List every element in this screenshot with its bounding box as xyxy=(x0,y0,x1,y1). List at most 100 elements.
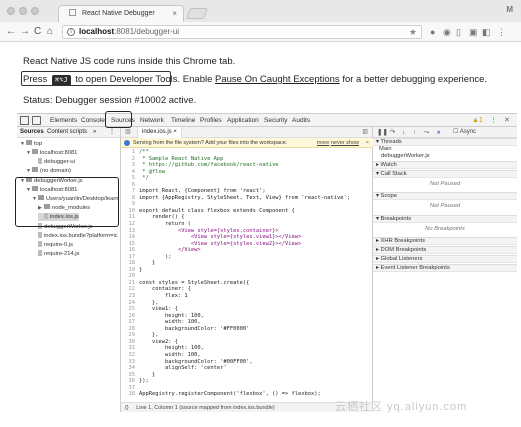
reload-icon[interactable]: C xyxy=(34,25,41,38)
code-text: backgroundColor: '#FF0000' xyxy=(139,325,250,332)
tree-item[interactable]: require-0.js xyxy=(32,241,73,249)
step-into-icon[interactable]: ↓ xyxy=(402,127,405,138)
minimize-window-button[interactable] xyxy=(19,7,27,15)
deactivate-breakpoints-icon[interactable]: ⤳ xyxy=(424,127,429,138)
inspect-element-icon[interactable] xyxy=(20,116,29,125)
extension-icon[interactable]: ▯ xyxy=(456,26,461,38)
tab-network[interactable]: Network xyxy=(140,114,164,127)
code-text: import {AppRegistry, StyleSheet, Text, V… xyxy=(139,194,350,201)
tab-security[interactable]: Security xyxy=(264,114,287,127)
toggle-navigator-icon[interactable]: ▥ xyxy=(125,127,131,138)
home-icon[interactable]: ⌂ xyxy=(47,25,53,38)
breakpoints-empty: No Breakpoints xyxy=(425,226,465,232)
breakpoints-section[interactable]: ▾ Breakpoints xyxy=(373,215,517,223)
extension-icon[interactable]: ◉ xyxy=(443,26,451,38)
code-text: backgroundColor: '#00FF00', xyxy=(139,358,253,365)
code-text: }); xyxy=(139,378,149,385)
tab-timeline[interactable]: Timeline xyxy=(171,114,195,127)
scope-section[interactable]: ▾ Scope xyxy=(373,192,517,200)
watch-section[interactable]: ▸ Watch xyxy=(373,161,517,169)
forward-icon[interactable]: → xyxy=(20,25,30,38)
code-text: container: { xyxy=(139,286,191,293)
code-line[interactable]: 38 AppRegistry.registerComponent('flexbox… xyxy=(121,391,373,398)
event-listener-breakpoints-section[interactable]: ▸ Event Listener Breakpoints xyxy=(373,264,517,272)
file-icon xyxy=(38,250,42,256)
call-stack-section[interactable]: ▾ Call Stack xyxy=(373,170,517,178)
tab-audits[interactable]: Audits xyxy=(292,114,310,127)
code-text: alignSelf: 'center' xyxy=(139,365,227,372)
code-lines[interactable]: 1/** 2 * Sample React Native App 3 * https… xyxy=(121,149,373,398)
extension-icon[interactable]: ◧ xyxy=(482,26,491,38)
threads-body: Main debuggerWorker.js xyxy=(373,146,517,160)
tree-item[interactable]: ▼ localhost:8081 xyxy=(26,149,77,157)
tree-item-label: require-0.js xyxy=(44,242,73,248)
tree-item[interactable]: ▼ (no domain) xyxy=(26,167,71,175)
tab-content-scripts[interactable]: Content scripts xyxy=(47,127,87,138)
tab-elements[interactable]: Elements xyxy=(50,114,77,127)
browser-tab[interactable]: React Native Debugger × xyxy=(58,5,184,22)
thread-main[interactable]: Main xyxy=(379,146,517,153)
thread-worker[interactable]: debuggerWorker.js xyxy=(379,153,517,160)
bookmark-star-icon[interactable]: ★ xyxy=(409,26,417,38)
more-tabs-icon[interactable]: » xyxy=(93,127,96,138)
code-text: height: 100, xyxy=(139,312,204,319)
profile-icon[interactable]: M xyxy=(506,5,513,14)
pause-icon[interactable]: ❚❚ xyxy=(377,127,388,138)
tab-application[interactable]: Application xyxy=(227,114,259,127)
code-text: } xyxy=(139,371,156,378)
async-label: Async xyxy=(459,129,477,135)
never-show-link[interactable]: never show xyxy=(331,140,359,146)
extension-icon[interactable]: ● xyxy=(430,26,435,38)
tree-item[interactable]: debugger-ui xyxy=(32,158,75,166)
tree-item[interactable]: ▼ top xyxy=(20,140,42,148)
code-text: height: 100, xyxy=(139,345,204,352)
close-editor-tab-icon[interactable]: × xyxy=(173,129,177,135)
event-label: Event Listener Breakpoints xyxy=(380,265,450,271)
call-stack-empty: Not Paused xyxy=(429,181,461,187)
menu-icon[interactable]: ⋮ xyxy=(497,26,506,38)
pause-on-exceptions-link[interactable]: Pause On Caught Exceptions xyxy=(215,74,340,85)
close-devtools-icon[interactable]: ✕ xyxy=(504,114,510,127)
threads-section[interactable]: ▾ Threads xyxy=(373,138,517,146)
pretty-print-button[interactable]: {} xyxy=(125,405,129,411)
devtools-menu-icon[interactable]: ⋮ xyxy=(490,114,497,127)
code-text: return ( xyxy=(139,221,191,228)
extension-icon[interactable]: ▣ xyxy=(469,26,478,38)
dom-breakpoints-section[interactable]: ▸ DOM Breakpoints xyxy=(373,246,517,254)
tab-navigator-sources[interactable]: Sources xyxy=(20,127,44,138)
site-info-icon[interactable]: i xyxy=(67,28,75,36)
close-window-button[interactable] xyxy=(7,7,15,15)
warning-count-badge[interactable]: ▲1 xyxy=(472,114,483,127)
maximize-window-button[interactable] xyxy=(31,7,39,15)
tree-item[interactable]: index.ios.bundle?platform=ic xyxy=(32,232,118,240)
async-toggle[interactable]: ☐ Async xyxy=(453,127,476,138)
line-number[interactable]: 38 xyxy=(121,391,139,398)
new-tab-button[interactable] xyxy=(185,8,209,19)
tree-item[interactable]: require-214.js xyxy=(32,250,79,258)
xhr-breakpoints-section[interactable]: ▸ XHR Breakpoints xyxy=(373,237,517,245)
breakpoints-label: Breakpoints xyxy=(380,216,412,222)
intro-text: React Native JS code runs inside this Ch… xyxy=(23,56,236,67)
close-tab-icon[interactable]: × xyxy=(172,6,177,22)
pause-on-exceptions-icon[interactable]: ⏸ xyxy=(437,127,440,138)
editor-tab[interactable]: index.ios.js × xyxy=(137,127,182,138)
global-listeners-section[interactable]: ▸ Global Listeners xyxy=(373,255,517,263)
tab-profiles[interactable]: Profiles xyxy=(200,114,222,127)
device-mode-icon[interactable] xyxy=(32,116,41,125)
editor-tabs: ▥ index.ios.js × ▥ xyxy=(121,127,372,138)
back-icon[interactable]: ← xyxy=(6,25,16,38)
toggle-debugger-icon[interactable]: ▥ xyxy=(362,127,368,138)
dom-label: DOM Breakpoints xyxy=(380,247,427,253)
address-bar[interactable]: i localhost:8081/debugger-ui ★ xyxy=(62,25,422,39)
tree-item-label: require-214.js xyxy=(44,251,80,257)
file-icon xyxy=(38,232,42,238)
tab-console[interactable]: Console xyxy=(81,114,105,127)
navigator-menu-icon[interactable]: ⋮ xyxy=(109,127,115,138)
step-over-icon[interactable]: ↷ xyxy=(390,127,395,138)
code-text: }, xyxy=(139,332,159,339)
close-infobar-icon[interactable]: × xyxy=(366,138,369,148)
scope-empty: Not Paused xyxy=(429,203,461,209)
step-out-icon[interactable]: ↑ xyxy=(413,127,416,138)
more-link[interactable]: more xyxy=(317,140,330,146)
infobar-text: Serving from the file system? Add your f… xyxy=(133,140,288,146)
